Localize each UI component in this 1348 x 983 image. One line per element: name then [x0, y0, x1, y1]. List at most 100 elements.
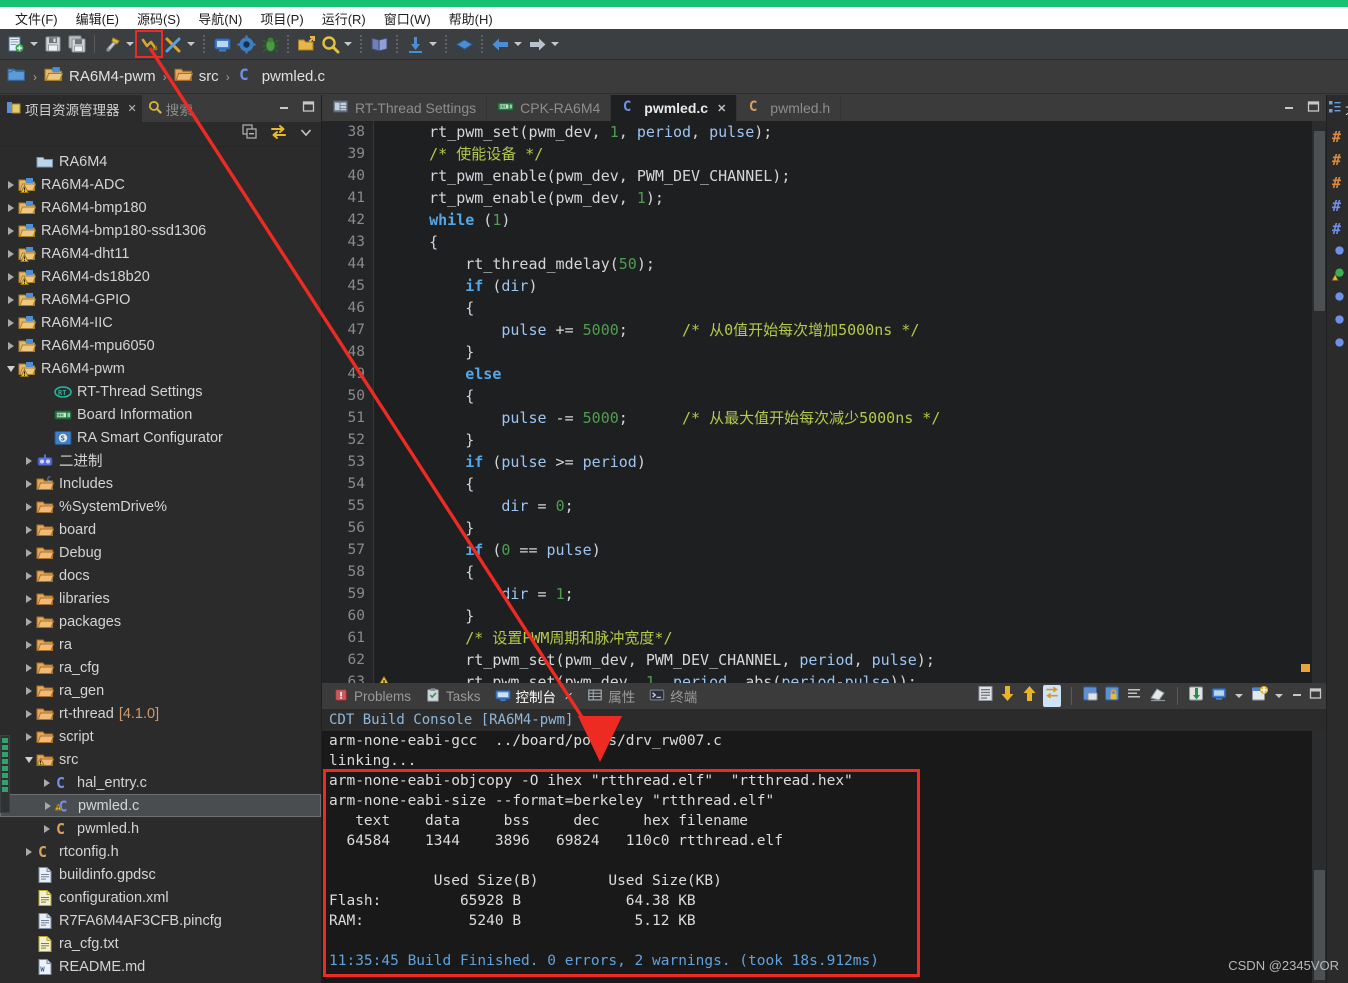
chevron-right-icon[interactable]: [4, 288, 17, 311]
build-hammer-icon[interactable]: [101, 33, 123, 55]
tree-item[interactable]: RA6M4-pwm: [0, 357, 321, 380]
console-tab-[interactable]: 控制台 ✕: [488, 683, 581, 709]
code-line[interactable]: 46 {: [322, 297, 1326, 319]
outline-item[interactable]: [1327, 264, 1348, 287]
code-line[interactable]: 53 if (pulse >= period): [322, 451, 1326, 473]
new-console-icon[interactable]: [1251, 685, 1268, 707]
menu-edit[interactable]: 编辑(E): [67, 8, 128, 29]
pin-console-icon[interactable]: [1082, 685, 1099, 707]
save-all-icon[interactable]: [66, 33, 88, 55]
code-line[interactable]: 61 /* 设置PWM周期和脉冲宽度*/: [322, 627, 1326, 649]
minimize-icon[interactable]: [1291, 687, 1304, 705]
console-output[interactable]: arm-none-eabi-gcc ../board/ports/drv_rw0…: [322, 731, 1326, 983]
open-console-icon[interactable]: [1210, 685, 1228, 707]
code-line[interactable]: 52 }: [322, 429, 1326, 451]
console-tab-Tasks[interactable]: Tasks: [418, 683, 488, 709]
toolbar-drag-handle-6[interactable]: [480, 34, 484, 54]
tree-item[interactable]: ra_cfg.txt: [0, 932, 321, 955]
chevron-right-icon[interactable]: [22, 449, 35, 472]
console-vertical-scrollbar[interactable]: [1312, 731, 1326, 983]
download-icon[interactable]: [404, 33, 426, 55]
code-line[interactable]: 39 /* 使能设备 */: [322, 143, 1326, 165]
chevron-right-icon[interactable]: [4, 242, 17, 265]
diamond-icon[interactable]: [453, 33, 475, 55]
chevron-right-icon[interactable]: [40, 817, 53, 840]
outline-item[interactable]: #: [1327, 126, 1348, 149]
code-line[interactable]: 55 dir = 0;: [322, 495, 1326, 517]
tree-item[interactable]: libraries: [0, 587, 321, 610]
chevron-right-icon[interactable]: [22, 633, 35, 656]
code-line[interactable]: 45 if (dir): [322, 275, 1326, 297]
code-line[interactable]: 41 rt_pwm_enable(pwm_dev, 1);: [322, 187, 1326, 209]
menu-project[interactable]: 项目(P): [251, 8, 312, 29]
tree-item[interactable]: R7FA6M4AF3CFB.pincfg: [0, 909, 321, 932]
tree-item[interactable]: ra_gen: [0, 679, 321, 702]
maximize-icon[interactable]: [1309, 687, 1322, 705]
chevron-down-icon[interactable]: [22, 748, 35, 771]
tree-item[interactable]: 二进制: [0, 449, 321, 472]
clean-icon[interactable]: [162, 33, 184, 55]
tree-item[interactable]: ra: [0, 633, 321, 656]
code-line[interactable]: 48 }: [322, 341, 1326, 363]
book-icon[interactable]: [368, 33, 390, 55]
outline-item[interactable]: [1327, 333, 1348, 356]
warning-icon[interactable]: [374, 675, 393, 683]
toggle-wrap-icon[interactable]: [1043, 685, 1061, 707]
tree-item[interactable]: RA6M4-bmp180: [0, 196, 321, 219]
menu-window[interactable]: 窗口(W): [375, 8, 440, 29]
console-tab-[interactable]: 终端: [642, 683, 704, 709]
search-icon[interactable]: [319, 33, 341, 55]
tree-item[interactable]: %SystemDrive%: [0, 495, 321, 518]
code-line[interactable]: 51 pulse -= 5000; /* 从最大值开始每次减少5000ns */: [322, 407, 1326, 429]
code-line[interactable]: 54 {: [322, 473, 1326, 495]
chevron-right-icon[interactable]: [4, 311, 17, 334]
chevron-right-icon[interactable]: [22, 840, 35, 863]
toolbar-drag-handle-5[interactable]: [444, 34, 448, 54]
chevron-right-icon[interactable]: [22, 587, 35, 610]
breadcrumb-item-RA6M4-pwm[interactable]: RA6M4-pwm: [44, 65, 156, 89]
toolbar-drag-handle-2[interactable]: [286, 34, 290, 54]
toolbar-drag-handle-3[interactable]: [359, 34, 363, 54]
chevron-right-icon[interactable]: [4, 219, 17, 242]
console-tab-Problems[interactable]: Problems: [326, 683, 418, 709]
chevron-right-icon[interactable]: [22, 495, 35, 518]
tree-item[interactable]: RA6M4-IIC: [0, 311, 321, 334]
forward-arrow-icon[interactable]: [526, 33, 548, 55]
chevron-right-icon[interactable]: [22, 656, 35, 679]
chevron-right-icon[interactable]: [4, 334, 17, 357]
code-line[interactable]: 50 {: [322, 385, 1326, 407]
code-line[interactable]: 44 rt_thread_mdelay(50);: [322, 253, 1326, 275]
tree-item[interactable]: Board Information: [0, 403, 321, 426]
tree-item[interactable]: RT RT-Thread Settings: [0, 380, 321, 403]
outline-item[interactable]: #: [1327, 149, 1348, 172]
editor-tab-cpk-ra6m4[interactable]: CPK-RA6M4: [487, 95, 612, 121]
chevron-right-icon[interactable]: [4, 196, 17, 219]
chevron-right-icon[interactable]: [22, 702, 35, 725]
build-all-button[interactable]: [135, 30, 163, 58]
close-icon[interactable]: ✕: [717, 102, 726, 115]
tab-project-explorer[interactable]: 项目资源管理器 ✕: [0, 95, 142, 122]
back-dropdown-icon[interactable]: [512, 33, 523, 55]
lock-console-icon[interactable]: [1104, 685, 1121, 707]
code-line[interactable]: 47 pulse += 5000; /* 从0值开始每次增加5000ns */: [322, 319, 1326, 341]
tree-item[interactable]: RA6M4: [0, 150, 321, 173]
chevron-right-icon[interactable]: [22, 472, 35, 495]
run-external-icon[interactable]: [295, 33, 317, 55]
chevron-right-icon[interactable]: [22, 564, 35, 587]
menu-file[interactable]: 文件(F): [6, 8, 67, 29]
link-editor-icon[interactable]: [270, 124, 287, 145]
code-line[interactable]: 62 rt_pwm_set(pwm_dev, PWM_DEV_CHANNEL, …: [322, 649, 1326, 671]
clean-dropdown-icon[interactable]: [185, 33, 196, 55]
code-line[interactable]: 49 else: [322, 363, 1326, 385]
breadcrumb-item-pwmled.c[interactable]: Cpwmled.c: [237, 64, 325, 89]
scroll-lock-down-icon[interactable]: [999, 685, 1016, 707]
tree-item-selected[interactable]: Cpwmled.c: [0, 794, 321, 817]
tree-item[interactable]: configuration.xml: [0, 886, 321, 909]
chevron-right-icon[interactable]: [4, 173, 17, 196]
tree-item[interactable]: RA6M4-ADC: [0, 173, 321, 196]
code-line[interactable]: 56 }: [322, 517, 1326, 539]
forward-dropdown-icon[interactable]: [549, 33, 560, 55]
new-wizard-icon[interactable]: [5, 33, 27, 55]
toolbar-drag-handle[interactable]: [202, 34, 206, 54]
tree-item[interactable]: RA6M4-RTC-WatchDog: [0, 978, 321, 983]
